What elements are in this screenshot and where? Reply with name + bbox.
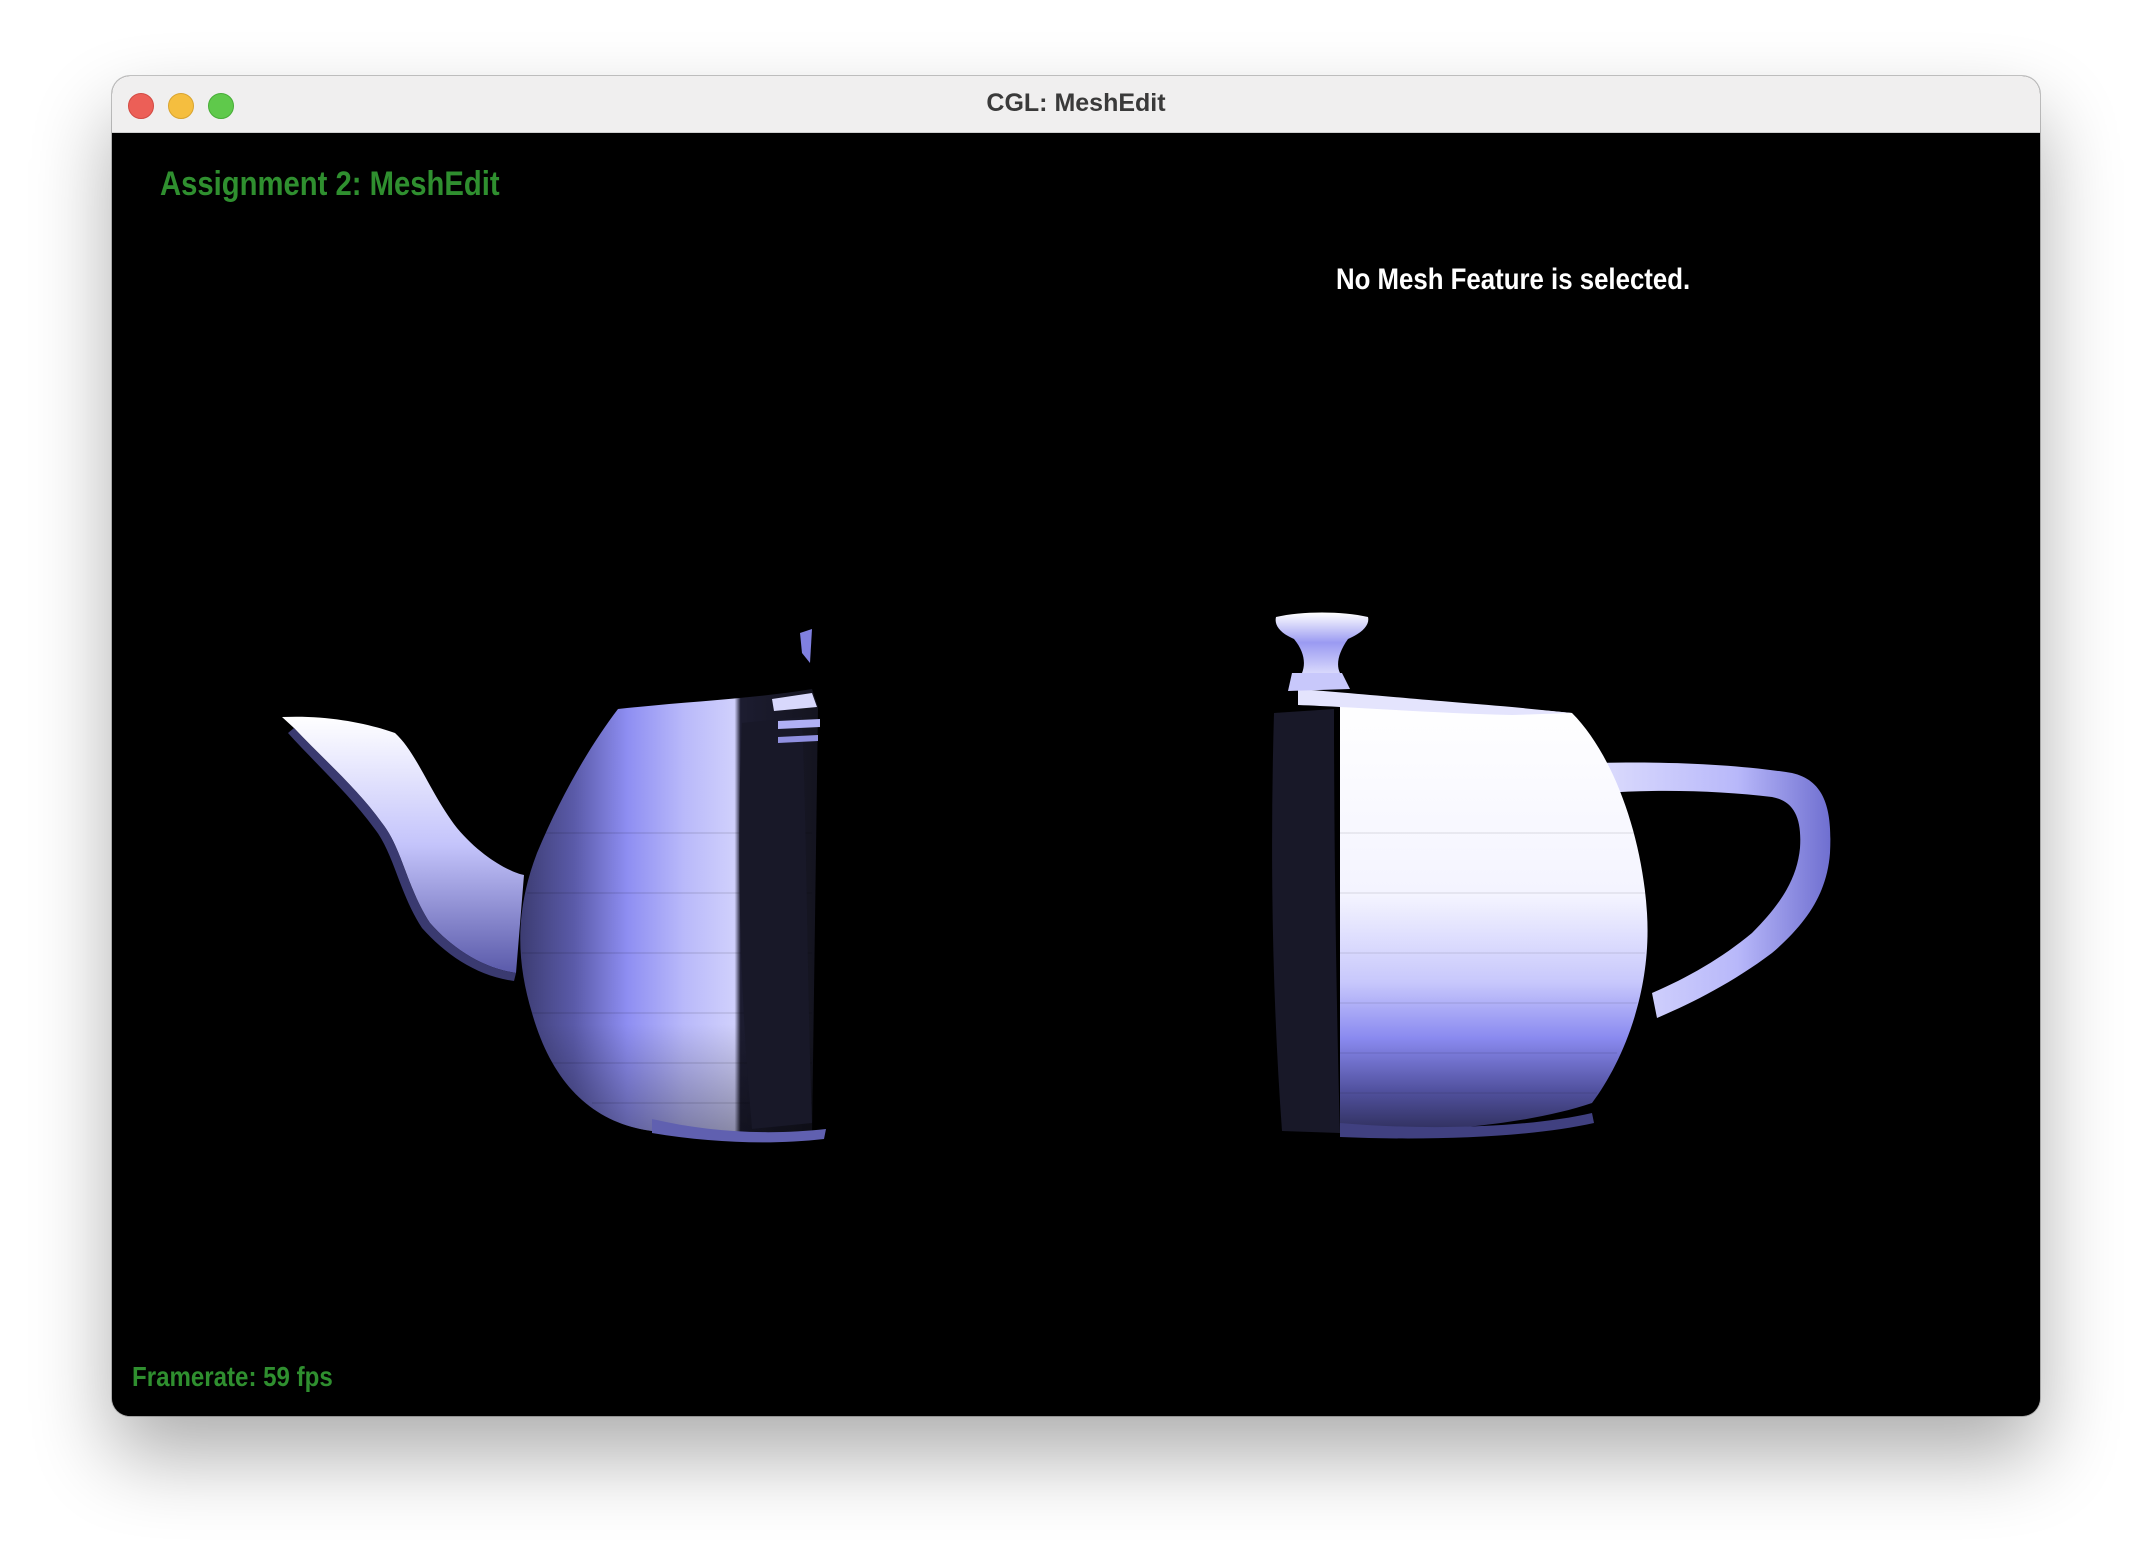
- app-window: CGL: MeshEdit Assignment 2: MeshEdit No …: [112, 76, 2040, 1416]
- window-title: CGL: MeshEdit: [986, 89, 1166, 117]
- title-bar[interactable]: CGL: MeshEdit: [112, 76, 2040, 133]
- right-cut-face: [1272, 709, 1340, 1133]
- framerate-readout: Framerate: 59 fps: [132, 1361, 333, 1393]
- shoulder: [1298, 689, 1572, 715]
- render-viewport[interactable]: Assignment 2: MeshEdit No Mesh Feature i…: [112, 133, 2040, 1416]
- lid-base: [1288, 673, 1350, 691]
- lid-sliver: [800, 629, 812, 663]
- mesh-canvas[interactable]: [112, 133, 2040, 1416]
- left-cut-face: [739, 717, 812, 1129]
- app-title: Assignment 2: MeshEdit: [160, 165, 500, 203]
- framerate-value: 59 fps: [263, 1361, 333, 1392]
- framerate-label: Framerate:: [132, 1361, 257, 1392]
- selection-status: No Mesh Feature is selected.: [1336, 263, 1691, 296]
- right-body: [1340, 701, 1648, 1133]
- left-teapot-half: [282, 629, 826, 1143]
- lid-knob: [1275, 612, 1369, 673]
- right-teapot-half: [1272, 612, 1831, 1139]
